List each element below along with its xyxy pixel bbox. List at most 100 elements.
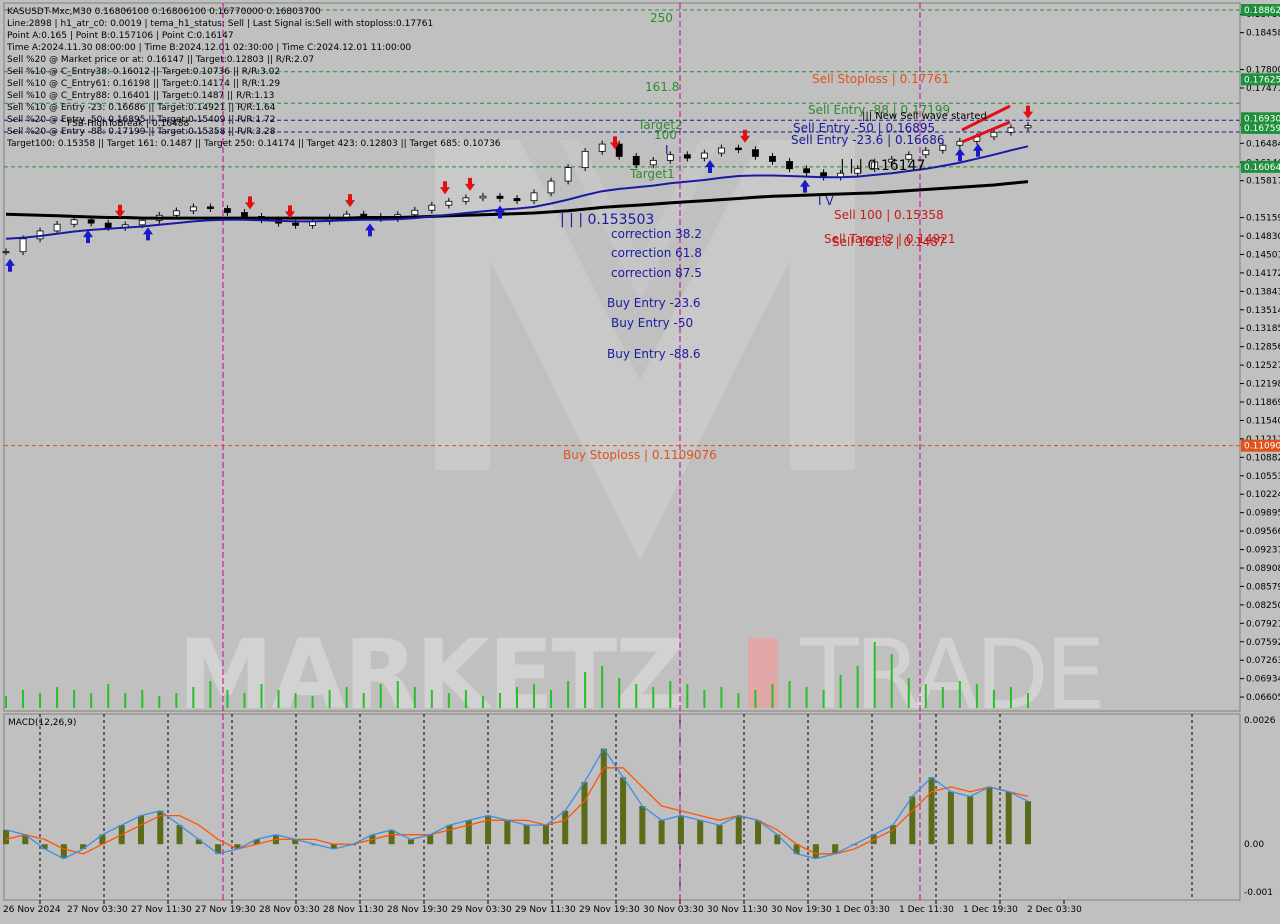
fib-1618-label: 161.8 bbox=[645, 80, 679, 94]
time-axis-label: 29 Nov 03:30 bbox=[451, 905, 512, 915]
volume-bar bbox=[907, 678, 910, 708]
macd-histogram-bar bbox=[176, 825, 183, 845]
price-axis-label: 0.15159 bbox=[1246, 214, 1280, 224]
volume-bar bbox=[226, 690, 229, 708]
correction-618-label: correction 61.8 bbox=[611, 246, 702, 260]
mid-level-label: | | | 0.16147 bbox=[840, 158, 925, 174]
price-axis-label: 0.08250 bbox=[1246, 601, 1280, 611]
candle-body bbox=[496, 195, 504, 199]
volume-bar bbox=[22, 690, 25, 708]
buy-entry-886-label: Buy Entry -88.6 bbox=[607, 347, 701, 361]
buy-entry-236-label: Buy Entry -23.6 bbox=[607, 296, 701, 310]
macd-histogram-bar bbox=[407, 839, 414, 845]
price-axis-label: 0.15817 bbox=[1246, 177, 1280, 187]
price-axis-label: 0.13514 bbox=[1246, 306, 1280, 316]
macd-axis-label: -0.001 bbox=[1244, 888, 1273, 898]
macd-histogram-bar bbox=[967, 796, 974, 845]
candle-body bbox=[189, 206, 197, 212]
candle-body bbox=[513, 198, 521, 202]
price-axis-label: 0.06605 bbox=[1246, 693, 1280, 703]
macd-histogram-bar bbox=[562, 810, 569, 845]
macd-histogram-bar bbox=[137, 815, 144, 845]
volume-bar bbox=[822, 690, 825, 708]
macd-histogram-bar bbox=[755, 820, 762, 845]
candle-body bbox=[104, 222, 112, 229]
info-line: Sell %10 @ Entry -23: 0.16686 || Target:… bbox=[7, 103, 276, 113]
candle-body bbox=[564, 167, 572, 182]
macd-histogram-bar bbox=[986, 786, 993, 845]
candle-body bbox=[786, 161, 793, 170]
info-line: Line:2898 | h1_atr_c0: 0.0019 | tema_h1_… bbox=[7, 19, 433, 29]
volume-bar bbox=[601, 666, 604, 708]
volume-bar bbox=[924, 684, 927, 708]
volume-bar bbox=[192, 687, 195, 708]
candle-body bbox=[206, 206, 214, 209]
volume-bar bbox=[141, 690, 144, 708]
volume-bar bbox=[771, 684, 774, 708]
volume-bar bbox=[277, 690, 280, 708]
info-line: Point A:0.165 | Point B:0.157106 | Point… bbox=[7, 31, 234, 41]
price-tag-label: 0.17625 bbox=[1244, 75, 1280, 85]
time-axis-label: 30 Nov 03:30 bbox=[643, 905, 704, 915]
macd-histogram-bar bbox=[909, 796, 916, 845]
candle-body bbox=[581, 150, 589, 169]
volume-bar bbox=[754, 690, 757, 708]
volume-bar bbox=[413, 687, 416, 708]
price-axis-label: 0.07263 bbox=[1246, 656, 1280, 666]
time-axis-label: 27 Nov 11:30 bbox=[131, 905, 192, 915]
volume-bar bbox=[39, 693, 42, 708]
volume-bar bbox=[107, 684, 110, 708]
chart-canvas[interactable]: MARKETZ TRADE 250 161.8 100 Target2 Targ… bbox=[0, 0, 1280, 920]
volume-bar bbox=[669, 681, 672, 708]
macd-histogram-bar bbox=[60, 844, 67, 859]
volume-bar bbox=[447, 693, 450, 708]
macd-histogram-bar bbox=[677, 815, 684, 845]
candle-body bbox=[718, 147, 725, 154]
price-axis-label: 0.11869 bbox=[1246, 398, 1280, 408]
sell-stoploss-label: Sell Stoploss | 0.17761 bbox=[812, 72, 949, 86]
volume-bar bbox=[90, 693, 93, 708]
volume-bar bbox=[362, 693, 365, 708]
candle-body bbox=[241, 212, 248, 217]
volume-bar bbox=[396, 681, 399, 708]
volume-bar bbox=[567, 681, 570, 708]
macd-histogram-bar bbox=[446, 825, 453, 845]
volume-bar bbox=[941, 687, 944, 708]
time-axis-label: 26 Nov 2024 bbox=[3, 905, 61, 915]
macd-histogram-bar bbox=[427, 834, 434, 845]
candle-body bbox=[138, 219, 146, 226]
candle-body bbox=[803, 168, 810, 174]
wave-iv-label: I V bbox=[818, 194, 834, 208]
price-tag-label: 0.18862 bbox=[1244, 6, 1280, 16]
candle-body bbox=[598, 143, 606, 152]
candle-body bbox=[224, 208, 231, 213]
volume-bar bbox=[703, 690, 706, 708]
macd-histogram-bar bbox=[504, 820, 511, 845]
volume-bar bbox=[498, 693, 501, 708]
info-line: Target100: 0.15358 || Target 161: 0.1487… bbox=[6, 139, 501, 149]
sell-100-label: Sell 100 | 0.15358 bbox=[834, 208, 944, 222]
macd-axis-label: 0.0026 bbox=[1244, 716, 1276, 726]
candle-body bbox=[922, 149, 930, 156]
macd-histogram-bar bbox=[3, 829, 9, 845]
time-axis-label: 29 Nov 11:30 bbox=[515, 905, 576, 915]
price-axis-label: 0.06934 bbox=[1246, 675, 1280, 685]
correction-382-label: correction 38.2 bbox=[611, 227, 702, 241]
macd-histogram-bar bbox=[716, 825, 723, 845]
price-axis-label: 0.10553 bbox=[1246, 472, 1280, 482]
candle-body bbox=[700, 152, 708, 159]
macd-axis-label: 0.00 bbox=[1244, 840, 1264, 850]
candle-body bbox=[2, 251, 10, 254]
volume-bar bbox=[958, 681, 961, 708]
macd-histogram-bar bbox=[542, 825, 549, 845]
volume-bar bbox=[856, 666, 859, 708]
candle-body bbox=[19, 238, 27, 253]
volume-bar bbox=[533, 684, 536, 708]
volume-bar bbox=[873, 642, 876, 708]
price-axis-label: 0.11540 bbox=[1246, 416, 1280, 426]
candle-body bbox=[87, 219, 95, 224]
volume-bar bbox=[737, 693, 740, 708]
info-line: KASUSDT-Mxc,M30 0.16806100 0.16806100 0.… bbox=[7, 7, 321, 17]
volume-bar bbox=[720, 687, 723, 708]
price-axis-label: 0.13843 bbox=[1246, 287, 1280, 297]
